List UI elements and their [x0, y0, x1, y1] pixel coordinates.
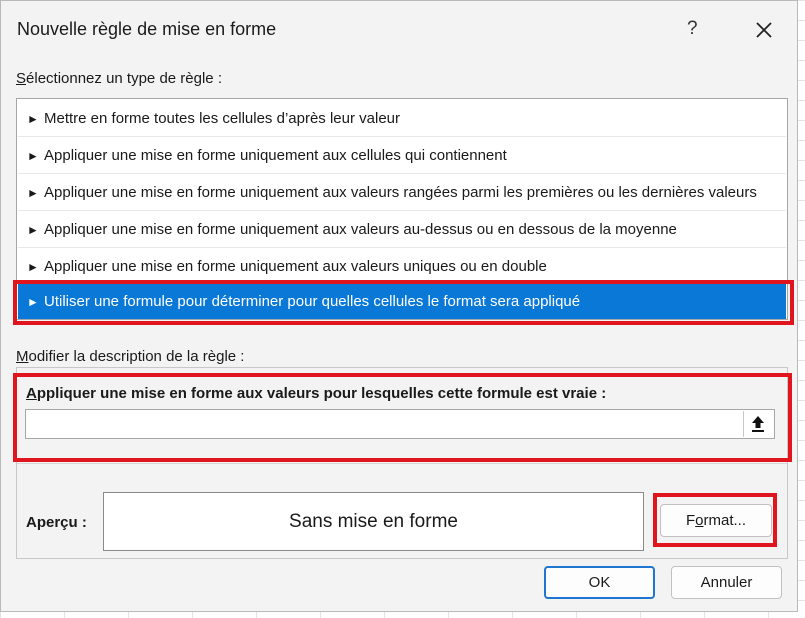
dialog-title: Nouvelle règle de mise en forme: [17, 19, 277, 39]
close-button[interactable]: [753, 15, 775, 43]
rule-type-list[interactable]: ► Mettre en forme toutes les cellules d’a…: [16, 98, 788, 320]
preview-label: Aperçu :: [26, 514, 87, 531]
rule-type-label: Appliquer une mise en forme uniquement a…: [44, 221, 677, 238]
collapse-dialog-button[interactable]: [743, 411, 771, 437]
formula-label: Appliquer une mise en forme aux valeurs …: [26, 385, 607, 402]
list-item[interactable]: ► Mettre en forme toutes les cellules d’a…: [18, 100, 786, 137]
format-preview: Sans mise en forme: [103, 492, 644, 551]
ok-button[interactable]: OK: [544, 566, 655, 599]
rule-type-label: Appliquer une mise en forme uniquement a…: [44, 184, 757, 201]
rule-type-heading: Sélectionnez un type de règle :: [16, 70, 222, 87]
upload-arrow-icon: [751, 416, 764, 432]
list-item[interactable]: ► Appliquer une mise en forme uniquement …: [18, 137, 786, 174]
rule-type-label: Appliquer une mise en forme uniquement a…: [44, 258, 547, 275]
new-formatting-rule-dialog: Nouvelle règle de mise en forme ? Sélect…: [0, 0, 798, 612]
bullet-arrow-icon: ►: [27, 295, 39, 309]
cancel-button[interactable]: Annuler: [671, 566, 782, 599]
rule-type-label: Mettre en forme toutes les cellules d’ap…: [44, 110, 401, 127]
close-icon: [756, 22, 772, 38]
bullet-arrow-icon: ►: [27, 186, 39, 200]
description-heading: Modifier la description de la règle :: [16, 348, 245, 365]
divider: [17, 463, 787, 464]
rule-type-label: Appliquer une mise en forme uniquement a…: [44, 147, 507, 164]
list-item[interactable]: ► Appliquer une mise en forme uniquement …: [18, 248, 786, 285]
rule-type-label: Utiliser une formule pour déterminer pou…: [44, 293, 581, 310]
list-item[interactable]: ► Appliquer une mise en forme uniquement …: [18, 174, 786, 211]
formula-input[interactable]: [25, 409, 775, 439]
bullet-arrow-icon: ►: [27, 112, 39, 126]
format-button[interactable]: Format...: [660, 504, 772, 537]
bullet-arrow-icon: ►: [27, 149, 39, 163]
list-item-selected[interactable]: ► Utiliser une formule pour déterminer po…: [18, 283, 786, 319]
list-item[interactable]: ► Appliquer une mise en forme uniquement …: [18, 211, 786, 248]
help-button[interactable]: ?: [687, 18, 698, 40]
bullet-arrow-icon: ►: [27, 223, 39, 237]
bullet-arrow-icon: ►: [27, 260, 39, 274]
